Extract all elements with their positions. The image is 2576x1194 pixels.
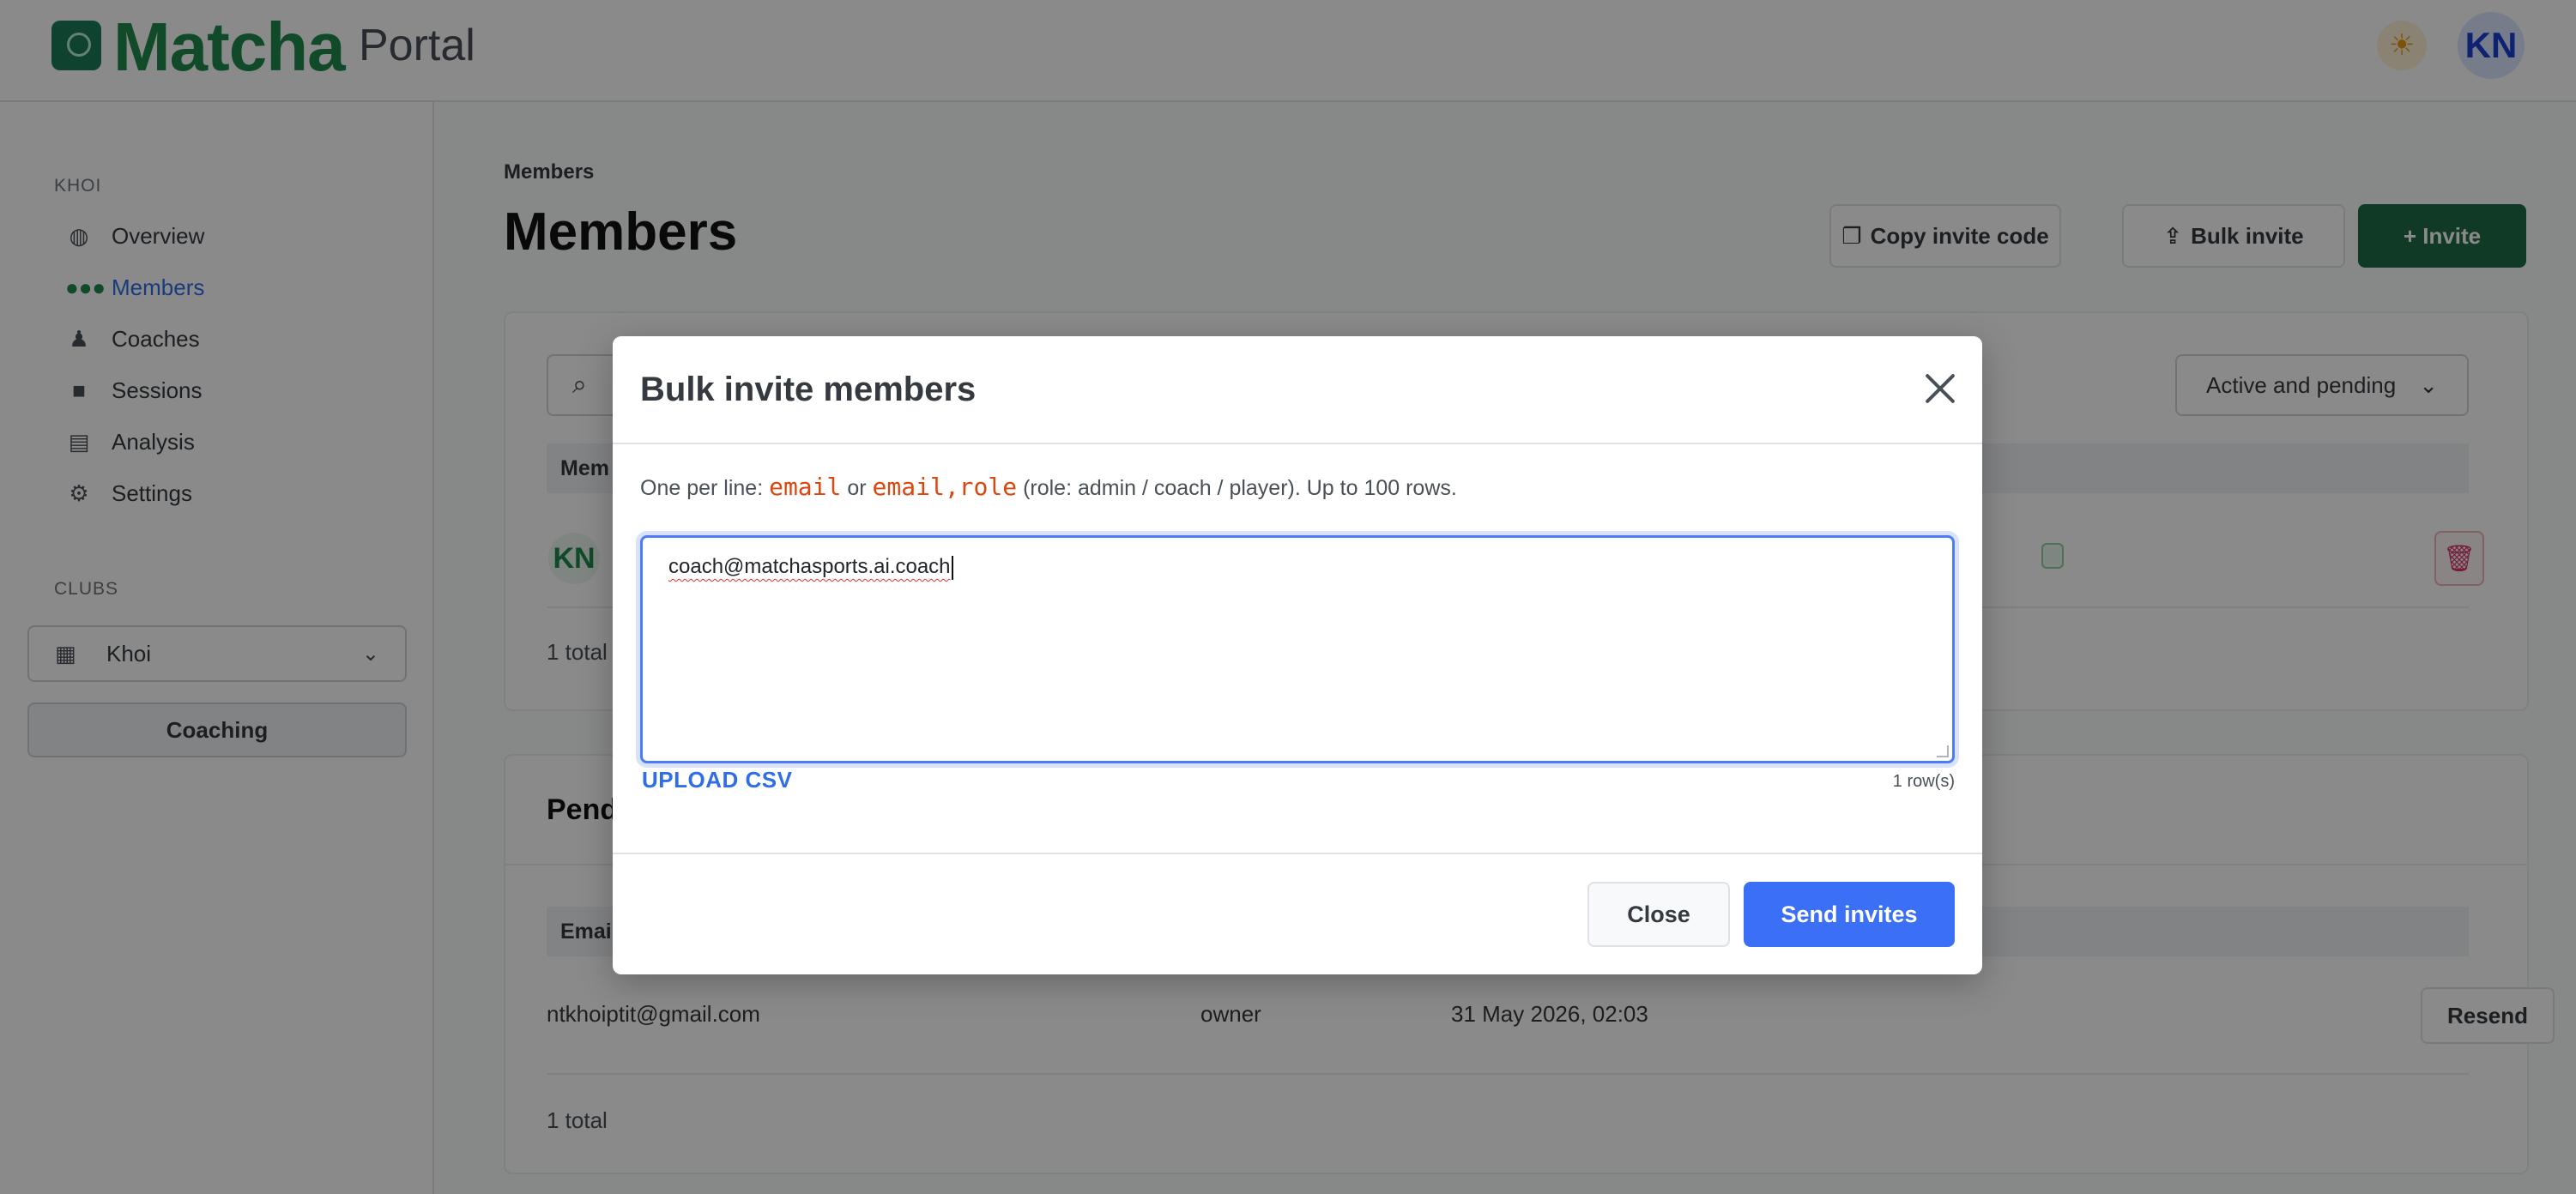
modal-title: Bulk invite members <box>640 371 977 408</box>
close-icon[interactable] <box>1919 367 1962 410</box>
bulk-invite-textarea[interactable]: coach@matchasports.ai.coach <box>640 535 1955 763</box>
input-hint: One per line: email or email,role (role:… <box>640 472 1457 504</box>
hint-email-format: email <box>769 473 842 501</box>
row-count: 1 row(s) <box>1892 772 1955 791</box>
hint-prefix: One per line: <box>640 476 764 500</box>
upload-csv-button[interactable]: UPLOAD CSV <box>642 767 792 793</box>
textarea-value: coach@matchasports.ai.coach <box>668 555 951 578</box>
hint-suffix: (role: admin / coach / player). Up to 10… <box>1023 476 1457 500</box>
modal-header: Bulk invite members <box>613 336 1982 444</box>
bulk-invite-modal: Bulk invite members One per line: email … <box>613 336 1982 974</box>
close-button[interactable]: Close <box>1587 882 1730 947</box>
modal-footer-divider <box>613 853 1982 854</box>
hint-or: or <box>847 476 867 500</box>
resize-handle[interactable] <box>1937 745 1949 757</box>
text-caret <box>951 555 953 580</box>
hint-email-role-format: email,role <box>872 473 1018 501</box>
send-invites-button[interactable]: Send invites <box>1744 882 1955 947</box>
